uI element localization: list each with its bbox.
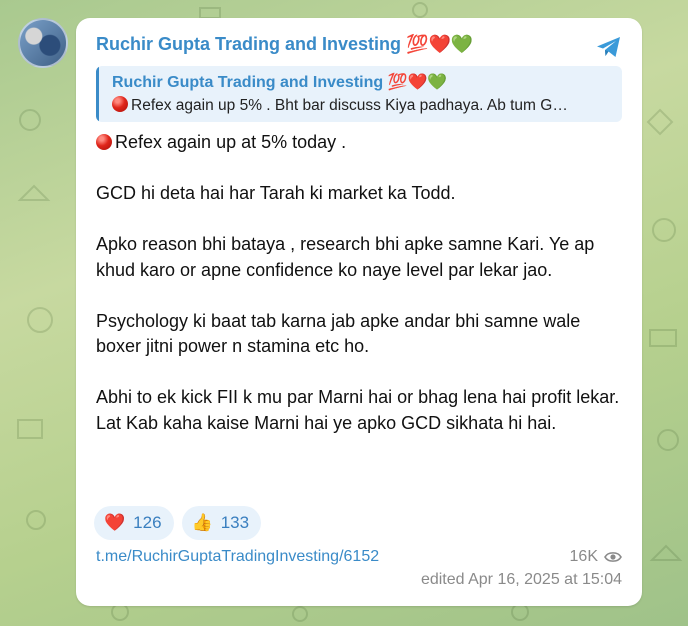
- channel-avatar[interactable]: [18, 18, 68, 68]
- message-bubble: Ruchir Gupta Trading and Investing 💯❤️💚 …: [76, 18, 642, 606]
- channel-name[interactable]: Ruchir Gupta Trading and Investing 💯❤️💚: [96, 34, 473, 55]
- reply-text: Refex again up 5% . Bht bar discuss Kiya…: [131, 97, 568, 114]
- reaction-count: 126: [133, 513, 162, 532]
- reactions-bar: ❤️ 126 👍 133: [94, 506, 262, 540]
- views-text: 16K: [569, 548, 598, 565]
- view-count: 16K: [570, 548, 622, 566]
- paragraph-4: Psychology ki baat tab karna jab apke an…: [96, 310, 581, 357]
- reaction-heart-button[interactable]: ❤️ 126: [94, 506, 174, 540]
- message-text: Refex again up at 5% today . GCD hi deta…: [96, 130, 626, 436]
- paragraph-1-text: Refex again up at 5% today .: [115, 132, 347, 152]
- heart-icon: ❤️: [104, 513, 126, 532]
- reaction-thumbs-up-button[interactable]: 👍 133: [181, 506, 262, 540]
- post-link[interactable]: t.me/RuchirGuptaTradingInvesting/6152: [96, 548, 379, 566]
- thumbs-up-icon: 👍: [191, 513, 213, 532]
- telegram-share-icon[interactable]: [594, 32, 624, 62]
- reply-author: Ruchir Gupta Trading and Investing 💯❤️💚: [112, 74, 448, 91]
- paragraph-5: Abhi to ek kick FII k mu par Marni hai o…: [96, 387, 620, 433]
- red-circle-icon: [112, 96, 128, 112]
- paragraph-2: GCD hi deta hai har Tarah ki market ka T…: [96, 183, 456, 203]
- reply-preview[interactable]: Ruchir Gupta Trading and Investing 💯❤️💚 …: [96, 66, 622, 122]
- reaction-count: 133: [220, 513, 250, 532]
- paragraph-1: Refex again up at 5% today .: [96, 130, 626, 156]
- eye-icon: [604, 552, 622, 562]
- edited-timestamp: edited Apr 16, 2025 at 15:04: [420, 571, 622, 588]
- red-circle-icon: [96, 134, 112, 150]
- reply-snippet: Refex again up 5% . Bht bar discuss Kiya…: [112, 96, 617, 115]
- paragraph-3: Apko reason bhi bataya , research bhi ap…: [96, 234, 595, 280]
